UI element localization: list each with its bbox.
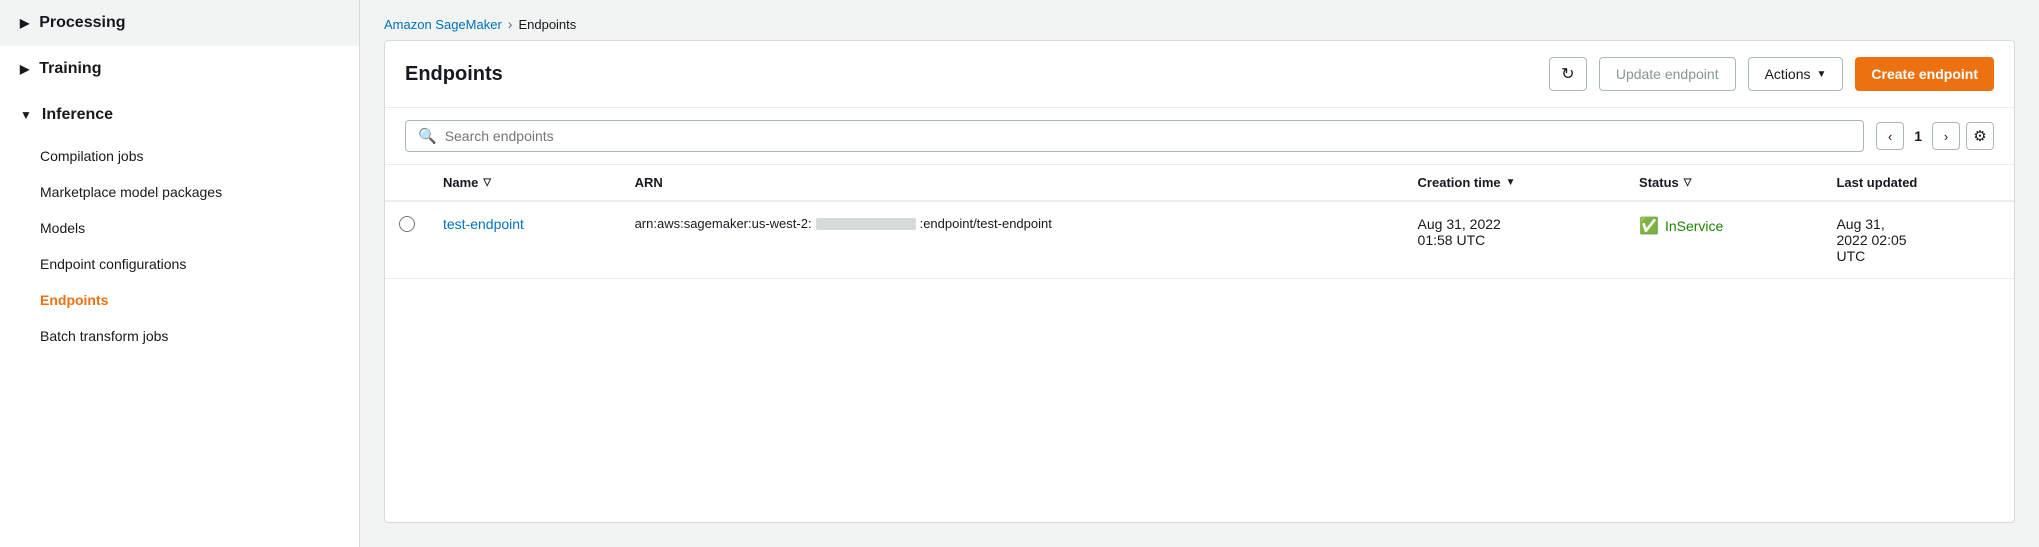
creation-time-line1: Aug 31, 2022	[1418, 216, 1612, 232]
sidebar: ▶ Processing ▶ Training ▼ Inference Comp…	[0, 0, 360, 547]
col-creation-time-sort-icon[interactable]: ▼	[1506, 177, 1516, 188]
breadcrumb-separator: ›	[508, 16, 513, 32]
row-radio-input[interactable]	[399, 216, 415, 232]
status-badge: InService	[1665, 218, 1723, 234]
refresh-icon: ↻	[1561, 64, 1574, 84]
row-name-cell: test-endpoint	[429, 201, 621, 279]
col-name-label: Name	[443, 175, 478, 190]
create-endpoint-button[interactable]: Create endpoint	[1855, 57, 1994, 91]
last-updated-line3: UTC	[1836, 248, 2000, 264]
col-arn: ARN	[621, 165, 1404, 201]
col-status-sort-icon[interactable]: ▽	[1684, 177, 1692, 188]
last-updated-line2: 2022 02:05	[1836, 232, 2000, 248]
prev-page-icon: ‹	[1888, 129, 1892, 144]
arn-suffix: :endpoint/test-endpoint	[920, 216, 1052, 231]
row-arn-cell: arn:aws:sagemaker:us-west-2: :endpoint/te…	[621, 201, 1404, 279]
endpoints-card: Endpoints ↻ Update endpoint Actions ▼ Cr…	[384, 40, 2015, 523]
table-row: test-endpoint arn:aws:sagemaker:us-west-…	[385, 201, 2014, 279]
col-status: Status ▽	[1625, 165, 1822, 201]
col-name: Name ▽	[429, 165, 621, 201]
col-arn-label: ARN	[635, 175, 663, 190]
page-title: Endpoints	[405, 63, 1537, 86]
sidebar-item-endpoints-label: Endpoints	[40, 292, 108, 308]
status-icon: ✅	[1639, 216, 1659, 236]
main-content: Amazon SageMaker › Endpoints Endpoints ↻…	[360, 0, 2039, 547]
current-page-number: 1	[1910, 128, 1926, 144]
arn-redacted	[816, 218, 916, 230]
create-endpoint-label: Create endpoint	[1871, 66, 1978, 82]
sidebar-item-processing[interactable]: ▶ Processing	[0, 0, 359, 46]
sidebar-item-processing-label: Processing	[39, 14, 125, 32]
sidebar-item-compilation-jobs-label: Compilation jobs	[40, 148, 144, 164]
endpoint-name-link[interactable]: test-endpoint	[443, 216, 524, 232]
col-last-updated-label: Last updated	[1836, 175, 1917, 190]
settings-button[interactable]: ⚙	[1966, 122, 1994, 150]
inference-arrow-icon: ▼	[20, 108, 32, 122]
actions-button[interactable]: Actions ▼	[1748, 57, 1844, 91]
col-last-updated: Last updated	[1822, 165, 2014, 201]
actions-arrow-icon: ▼	[1817, 69, 1827, 80]
breadcrumb: Amazon SageMaker › Endpoints	[360, 0, 2039, 40]
sidebar-item-endpoint-configurations-label: Endpoint configurations	[40, 256, 186, 272]
next-page-button[interactable]: ›	[1932, 122, 1960, 150]
pagination-controls: ‹ 1 › ⚙	[1876, 122, 1994, 150]
sidebar-item-marketplace-model-packages[interactable]: Marketplace model packages	[0, 174, 359, 210]
refresh-button[interactable]: ↻	[1549, 57, 1587, 91]
training-arrow-icon: ▶	[20, 62, 29, 76]
search-icon: 🔍	[418, 127, 437, 145]
sidebar-item-compilation-jobs[interactable]: Compilation jobs	[0, 138, 359, 174]
sidebar-item-batch-transform-label: Batch transform jobs	[40, 328, 168, 344]
sidebar-item-endpoints[interactable]: Endpoints	[0, 282, 359, 318]
next-page-icon: ›	[1944, 129, 1948, 144]
prev-page-button[interactable]: ‹	[1876, 122, 1904, 150]
creation-time-line2: 01:58 UTC	[1418, 232, 1612, 248]
sidebar-item-training[interactable]: ▶ Training	[0, 46, 359, 92]
gear-icon: ⚙	[1973, 127, 1986, 145]
sidebar-item-training-label: Training	[39, 60, 101, 78]
sidebar-item-models-label: Models	[40, 220, 85, 236]
row-radio-cell	[385, 201, 429, 279]
sidebar-item-inference[interactable]: ▼ Inference	[0, 92, 359, 138]
sidebar-item-models[interactable]: Models	[0, 210, 359, 246]
search-bar: 🔍	[405, 120, 1864, 152]
search-bar-wrapper: 🔍 ‹ 1 › ⚙	[385, 108, 2014, 165]
arn-prefix: arn:aws:sagemaker:us-west-2:	[635, 216, 812, 231]
row-last-updated-cell: Aug 31, 2022 02:05 UTC	[1822, 201, 2014, 279]
row-status-cell: ✅ InService	[1625, 201, 1822, 279]
processing-arrow-icon: ▶	[20, 16, 29, 30]
breadcrumb-current: Endpoints	[518, 17, 576, 32]
sidebar-item-batch-transform-jobs[interactable]: Batch transform jobs	[0, 318, 359, 354]
search-input[interactable]	[445, 128, 1852, 144]
card-header: Endpoints ↻ Update endpoint Actions ▼ Cr…	[385, 41, 2014, 108]
last-updated-line1: Aug 31,	[1836, 216, 2000, 232]
col-creation-time-label: Creation time	[1418, 175, 1501, 190]
actions-label: Actions	[1765, 66, 1811, 82]
sidebar-item-marketplace-label: Marketplace model packages	[40, 184, 222, 200]
breadcrumb-sagemaker-link[interactable]: Amazon SageMaker	[384, 17, 502, 32]
col-name-sort-icon[interactable]: ▽	[483, 177, 491, 188]
row-creation-time-cell: Aug 31, 2022 01:58 UTC	[1404, 201, 1626, 279]
sidebar-item-inference-label: Inference	[42, 106, 113, 124]
col-select	[385, 165, 429, 201]
col-creation-time: Creation time ▼	[1404, 165, 1626, 201]
sidebar-item-endpoint-configurations[interactable]: Endpoint configurations	[0, 246, 359, 282]
update-endpoint-button[interactable]: Update endpoint	[1599, 57, 1736, 91]
table-wrapper: Name ▽ ARN Creation time	[385, 165, 2014, 522]
endpoints-table: Name ▽ ARN Creation time	[385, 165, 2014, 279]
table-header-row: Name ▽ ARN Creation time	[385, 165, 2014, 201]
update-endpoint-label: Update endpoint	[1616, 66, 1719, 82]
col-status-label: Status	[1639, 175, 1679, 190]
